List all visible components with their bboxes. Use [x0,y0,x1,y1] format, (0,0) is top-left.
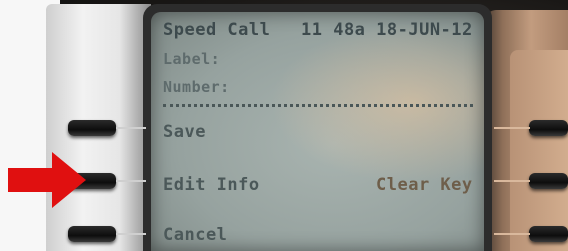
red-arrow-icon [8,152,86,208]
softkey-label-edit-info: Edit Info [163,175,260,195]
cancel-softkey-button[interactable] [68,226,116,242]
phone-right-bezel-inner [510,50,568,251]
softkey-connector [494,233,530,235]
softkey-connector [494,127,530,129]
softkey-label-cancel: Cancel [163,225,228,245]
screen-title: Speed Call [163,20,271,40]
right-softkey-button-3[interactable] [529,226,568,242]
softkey-connector [116,127,146,129]
save-softkey-button[interactable] [68,120,116,136]
screen-datetime: 11 48a 18-JUN-12 [301,20,473,40]
softkey-label-save: Save [163,122,206,142]
softkey-connector [116,180,146,182]
arrow-shape [8,152,86,208]
softkey-connector [116,233,146,235]
number-field: Number: [163,78,230,96]
softkey-connector [494,180,530,182]
phone-photo: Speed Call 11 48a 18-JUN-12 Label: Numbe… [0,0,568,251]
clear-key-softkey-button[interactable] [529,173,568,189]
label-field: Label: [163,50,221,68]
lcd-screen: Speed Call 11 48a 18-JUN-12 Label: Numbe… [151,12,484,251]
softkey-label-clear-key: Clear Key [376,175,473,195]
dotted-divider [163,104,473,107]
right-softkey-button-1[interactable] [529,120,568,136]
